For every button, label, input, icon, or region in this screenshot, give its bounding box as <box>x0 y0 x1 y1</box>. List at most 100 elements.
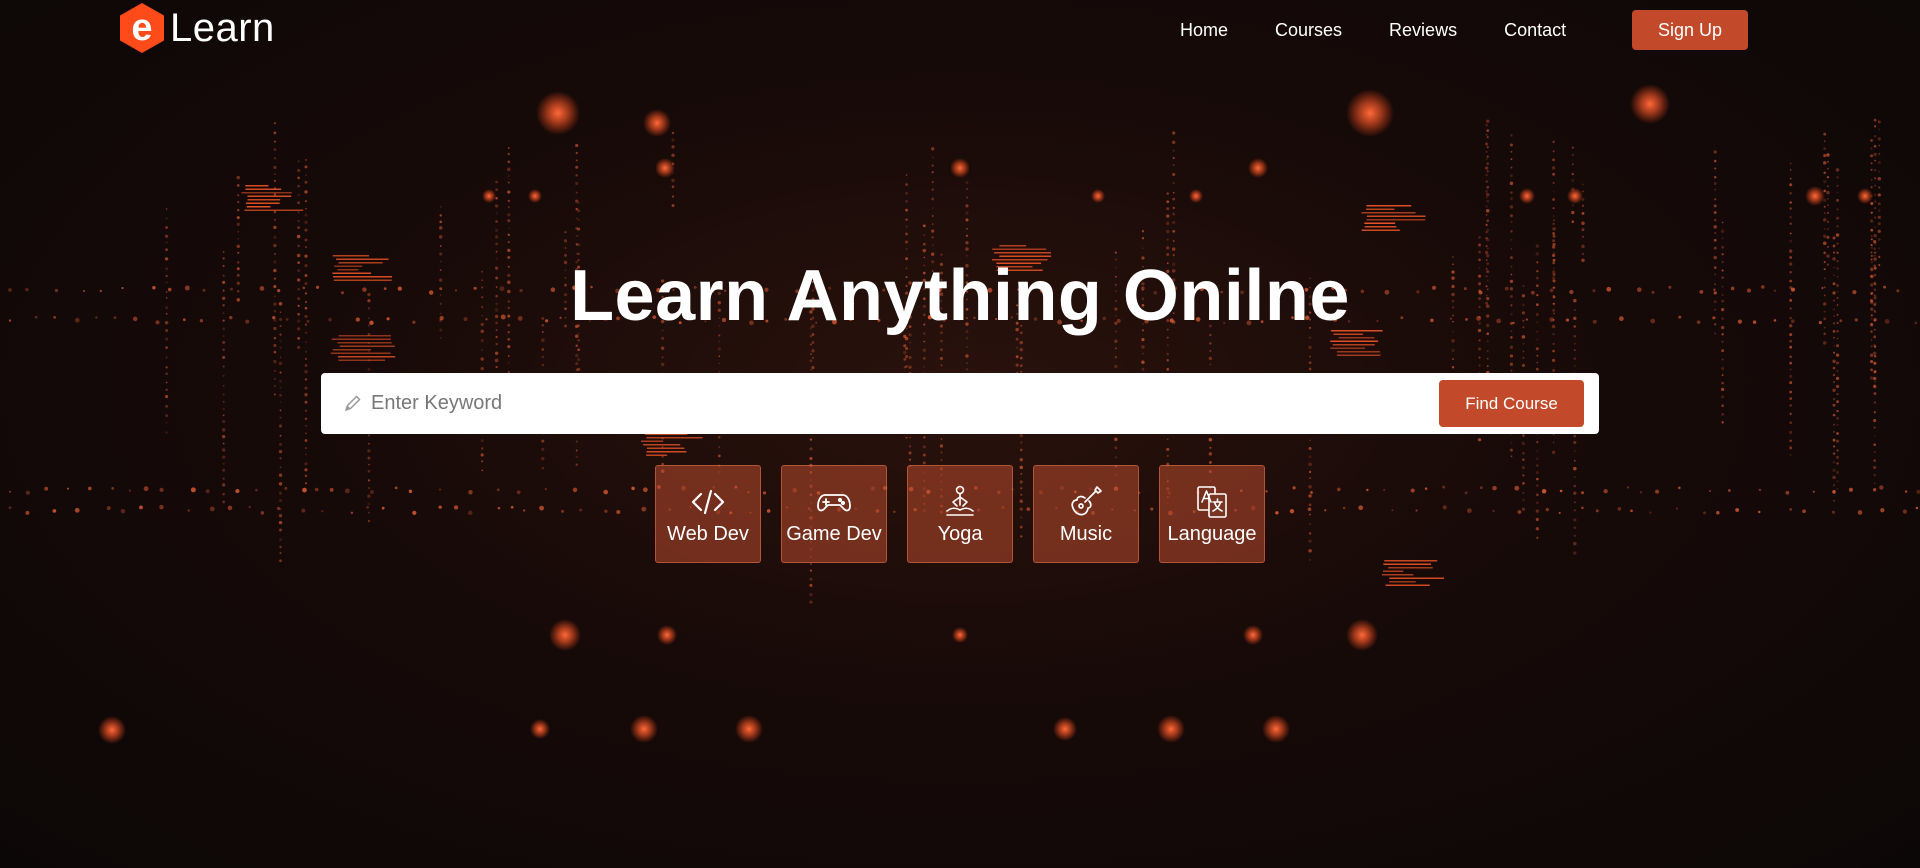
particle <box>1874 216 1877 219</box>
nav-contact[interactable]: Contact <box>1504 10 1566 50</box>
particle <box>165 248 168 252</box>
particle <box>1879 485 1884 490</box>
particle <box>222 384 225 387</box>
particle <box>1552 172 1556 176</box>
particle <box>1209 350 1212 352</box>
particle <box>1836 344 1840 348</box>
particle <box>302 487 307 493</box>
category-label: Yoga <box>937 523 983 545</box>
particle <box>1823 147 1827 151</box>
particle <box>1309 355 1312 358</box>
particle <box>297 336 301 340</box>
particle <box>1873 426 1876 429</box>
particle <box>1464 491 1468 495</box>
sign-up-button[interactable]: Sign Up <box>1632 10 1748 50</box>
particle <box>273 122 277 125</box>
particle <box>940 438 943 440</box>
glow-particle <box>1091 189 1105 203</box>
particle <box>1019 348 1023 352</box>
particle <box>575 226 579 230</box>
particle <box>1789 439 1792 442</box>
code-glyph <box>646 447 685 449</box>
particle <box>1902 509 1907 514</box>
particle <box>321 510 324 513</box>
particle <box>965 354 969 358</box>
particle <box>671 145 675 149</box>
particle <box>222 374 225 377</box>
particle <box>809 368 812 371</box>
particle <box>222 419 226 424</box>
code-glyph <box>241 192 292 194</box>
particle <box>438 488 442 491</box>
code-glyph <box>994 252 1051 254</box>
category-yoga[interactable]: Yoga <box>907 465 1013 563</box>
particle <box>297 226 301 230</box>
particle <box>577 201 580 204</box>
particle <box>227 505 233 511</box>
particle <box>439 220 443 224</box>
particle <box>811 356 815 359</box>
particle <box>1478 347 1482 351</box>
category-game-dev[interactable]: Game Dev <box>781 465 887 563</box>
category-language[interactable]: Language <box>1159 465 1265 563</box>
particle <box>641 506 647 512</box>
particle <box>304 213 308 217</box>
particle <box>1573 541 1577 546</box>
particle <box>1510 455 1513 458</box>
particle <box>1559 489 1563 493</box>
particle <box>507 241 510 244</box>
particle <box>209 506 215 512</box>
particle <box>931 244 934 247</box>
particle <box>350 511 354 515</box>
particle <box>811 349 815 353</box>
particle <box>931 207 934 209</box>
particle <box>236 222 240 227</box>
particle <box>1826 245 1829 248</box>
particle <box>575 181 579 186</box>
glow-particle <box>536 91 580 135</box>
particle <box>1552 140 1555 144</box>
particle <box>495 342 498 346</box>
nav-reviews[interactable]: Reviews <box>1389 10 1457 50</box>
code-glyph <box>1383 563 1432 565</box>
particle <box>1486 199 1490 203</box>
particle <box>278 520 283 525</box>
nav-courses[interactable]: Courses <box>1275 10 1342 50</box>
particle <box>1832 475 1836 480</box>
keyword-search-input[interactable] <box>371 383 1421 423</box>
category-web-dev[interactable]: Web Dev <box>655 465 761 563</box>
particle <box>1478 250 1481 254</box>
particle <box>507 227 510 230</box>
particle <box>1789 339 1792 343</box>
particle <box>905 191 909 195</box>
particle <box>1878 128 1881 131</box>
particle <box>575 191 578 194</box>
particle <box>367 479 371 482</box>
particle <box>1424 487 1428 490</box>
particle <box>44 486 49 491</box>
particle <box>1485 142 1489 146</box>
particle <box>1486 155 1489 158</box>
particle <box>1823 171 1826 175</box>
particle <box>1535 527 1539 531</box>
particle <box>481 469 484 472</box>
particle <box>1478 356 1481 359</box>
particle <box>1172 220 1176 225</box>
nav-home[interactable]: Home <box>1180 10 1228 50</box>
category-music[interactable]: Music <box>1033 465 1139 563</box>
particle <box>165 241 168 244</box>
particle <box>1833 423 1835 426</box>
particle <box>1789 381 1793 385</box>
particle <box>1869 376 1874 380</box>
particle <box>1521 441 1526 446</box>
particle <box>106 506 111 511</box>
particle <box>575 143 579 148</box>
particle <box>1019 433 1024 438</box>
find-course-button[interactable]: Find Course <box>1439 380 1584 427</box>
category-label: Web Dev <box>667 523 749 545</box>
particle <box>1573 551 1577 555</box>
particle <box>810 353 812 355</box>
glow-particle <box>1857 188 1873 204</box>
brand-logo[interactable]: e Learn <box>118 2 275 54</box>
particle <box>165 388 168 391</box>
